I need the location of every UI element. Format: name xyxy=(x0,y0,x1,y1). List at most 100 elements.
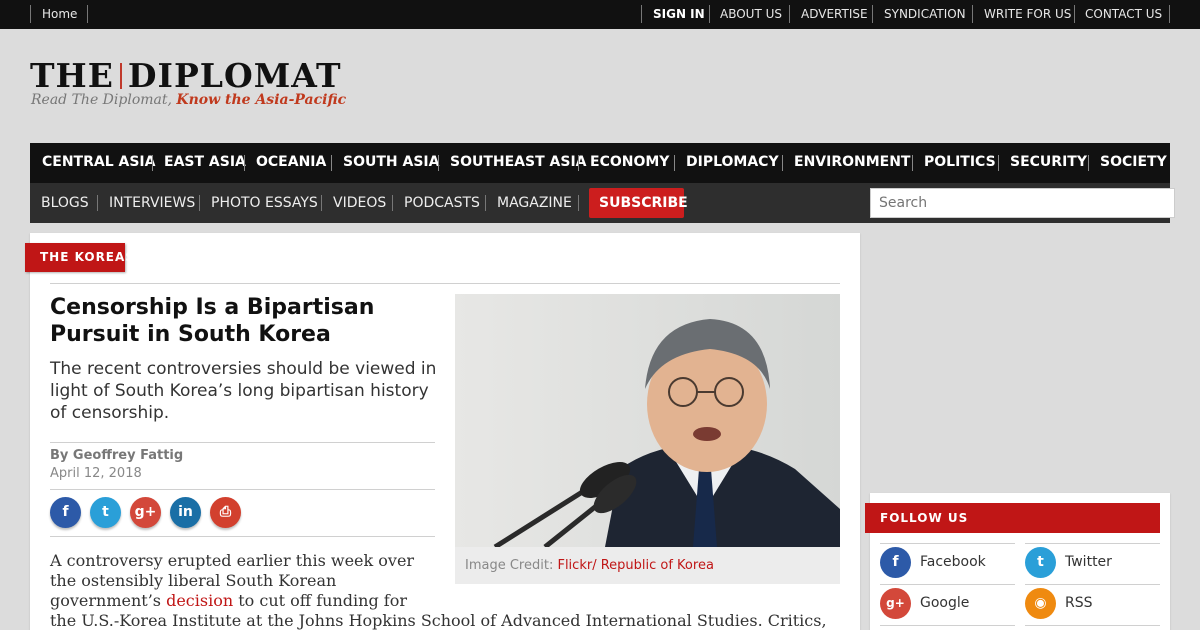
divider xyxy=(152,155,153,171)
nav-diplomacy[interactable]: DIPLOMACY xyxy=(686,154,779,170)
divider xyxy=(97,195,98,211)
top-bar: Home SIGN IN ABOUT US ADVERTISE SYNDICAT… xyxy=(0,0,1200,29)
syndication-link[interactable]: SYNDICATION xyxy=(884,7,966,21)
decision-link[interactable]: decision xyxy=(166,591,233,610)
divider xyxy=(199,195,200,211)
google-plus-icon[interactable]: g+ xyxy=(130,497,161,528)
twitter-icon: t xyxy=(1025,547,1056,578)
nav-central-asia[interactable]: CENTRAL ASIA xyxy=(42,154,155,170)
photo-caption: Image Credit: Flickr/ Republic of Korea xyxy=(455,547,840,584)
nav-magazine[interactable]: MAGAZINE xyxy=(497,195,572,211)
divider xyxy=(30,5,31,23)
nav-east-asia[interactable]: EAST ASIA xyxy=(164,154,246,170)
sign-in-link[interactable]: SIGN IN xyxy=(653,7,705,21)
facebook-icon[interactable]: f xyxy=(50,497,81,528)
nav-security[interactable]: SECURITY xyxy=(1010,154,1087,170)
nav-southeast-asia[interactable]: SOUTHEAST ASIA xyxy=(450,154,587,170)
divider xyxy=(674,155,675,171)
nav-photo-essays[interactable]: PHOTO ESSAYS xyxy=(211,195,318,211)
facebook-icon: f xyxy=(880,547,911,578)
divider xyxy=(998,155,999,171)
divider xyxy=(331,155,332,171)
follow-google[interactable]: g+ Google xyxy=(880,584,1015,624)
main-nav: CENTRAL ASIA EAST ASIA OCEANIA SOUTH ASI… xyxy=(30,143,1170,183)
caption-credit-link[interactable]: Flickr/ Republic of Korea xyxy=(557,558,713,573)
follow-label: Facebook xyxy=(920,554,986,570)
contact-us-link[interactable]: CONTACT US xyxy=(1085,7,1162,21)
logo-word-diplomat: DIPLOMAT xyxy=(127,56,342,95)
follow-facebook[interactable]: f Facebook xyxy=(880,543,1015,583)
nav-society[interactable]: SOCIETY xyxy=(1100,154,1167,170)
follow-twitter[interactable]: t Twitter xyxy=(1025,543,1160,583)
section-tag[interactable]: THE KOREAS xyxy=(25,243,134,272)
linkedin-icon[interactable]: in xyxy=(170,497,201,528)
nav-videos[interactable]: VIDEOS xyxy=(333,195,386,211)
divider xyxy=(1088,155,1089,171)
search-input[interactable] xyxy=(870,188,1175,218)
site-logo[interactable]: THE DIPLOMAT xyxy=(30,56,342,95)
divider xyxy=(578,195,579,211)
nav-economy[interactable]: ECONOMY xyxy=(590,154,669,170)
divider xyxy=(641,5,642,23)
follow-us-header: FOLLOW US xyxy=(865,503,1160,533)
divider xyxy=(50,536,435,537)
divider xyxy=(912,155,913,171)
photo-illustration xyxy=(455,294,840,547)
write-for-us-link[interactable]: WRITE FOR US xyxy=(984,7,1071,21)
divider xyxy=(50,442,435,443)
print-icon[interactable]: ⎙ xyxy=(210,497,241,528)
divider xyxy=(578,155,579,171)
divider xyxy=(87,5,88,23)
body-line: the U.S.-Korea Institute at the Johns Ho… xyxy=(50,611,827,630)
rss-icon: ◉ xyxy=(1025,588,1056,619)
divider xyxy=(321,195,322,211)
divider xyxy=(50,283,840,284)
divider xyxy=(880,625,1015,626)
site-tagline: Read The Diplomat, Know the Asia-Pacific xyxy=(31,92,346,108)
divider xyxy=(1025,625,1160,626)
divider xyxy=(50,489,435,490)
caption-label: Image Credit: xyxy=(465,558,558,573)
sub-nav: BLOGS INTERVIEWS PHOTO ESSAYS VIDEOS POD… xyxy=(30,183,1175,223)
article-photo xyxy=(455,294,840,547)
nav-environment[interactable]: ENVIRONMENT xyxy=(794,154,910,170)
logo-divider xyxy=(119,63,122,89)
nav-blogs[interactable]: BLOGS xyxy=(41,195,89,211)
follow-label: Twitter xyxy=(1065,554,1112,570)
body-text-fragment: to cut off funding for xyxy=(233,591,407,610)
article-title: Censorship Is a Bipartisan Pursuit in So… xyxy=(50,295,375,347)
twitter-icon[interactable]: t xyxy=(90,497,121,528)
divider xyxy=(782,155,783,171)
article-date: April 12, 2018 xyxy=(50,466,142,481)
nav-podcasts[interactable]: PODCASTS xyxy=(404,195,480,211)
follow-label: RSS xyxy=(1065,595,1093,611)
divider xyxy=(1074,5,1075,23)
advertise-link[interactable]: ADVERTISE xyxy=(801,7,868,21)
body-text-fragment: government’s xyxy=(50,591,167,610)
nav-politics[interactable]: POLITICS xyxy=(924,154,996,170)
about-us-link[interactable]: ABOUT US xyxy=(720,7,782,21)
nav-interviews[interactable]: INTERVIEWS xyxy=(109,195,195,211)
body-line: government’s decision to cut off funding… xyxy=(50,591,827,611)
divider xyxy=(244,155,245,171)
divider xyxy=(485,195,486,211)
google-plus-icon: g+ xyxy=(880,588,911,619)
subscribe-label: SUBSCRIBE xyxy=(599,195,688,211)
follow-us-title: FOLLOW US xyxy=(880,511,969,525)
article-dek: The recent controversies should be viewe… xyxy=(50,359,437,423)
nav-south-asia[interactable]: SOUTH ASIA xyxy=(343,154,439,170)
tagline-emphasis: Know the Asia-Pacific xyxy=(176,92,347,108)
follow-rss[interactable]: ◉ RSS xyxy=(1025,584,1160,624)
nav-oceania[interactable]: OCEANIA xyxy=(256,154,326,170)
divider xyxy=(872,5,873,23)
divider xyxy=(789,5,790,23)
divider xyxy=(392,195,393,211)
divider xyxy=(972,5,973,23)
subscribe-button[interactable]: SUBSCRIBE xyxy=(589,188,688,218)
tagline-text: Read The Diplomat, xyxy=(31,92,177,108)
section-tag-label: THE KOREAS xyxy=(40,250,135,264)
divider xyxy=(438,155,439,171)
home-link[interactable]: Home xyxy=(42,7,77,21)
article-byline[interactable]: By Geoffrey Fattig xyxy=(50,448,183,463)
caption-text: Image Credit: Flickr/ Republic of Korea xyxy=(465,558,714,573)
